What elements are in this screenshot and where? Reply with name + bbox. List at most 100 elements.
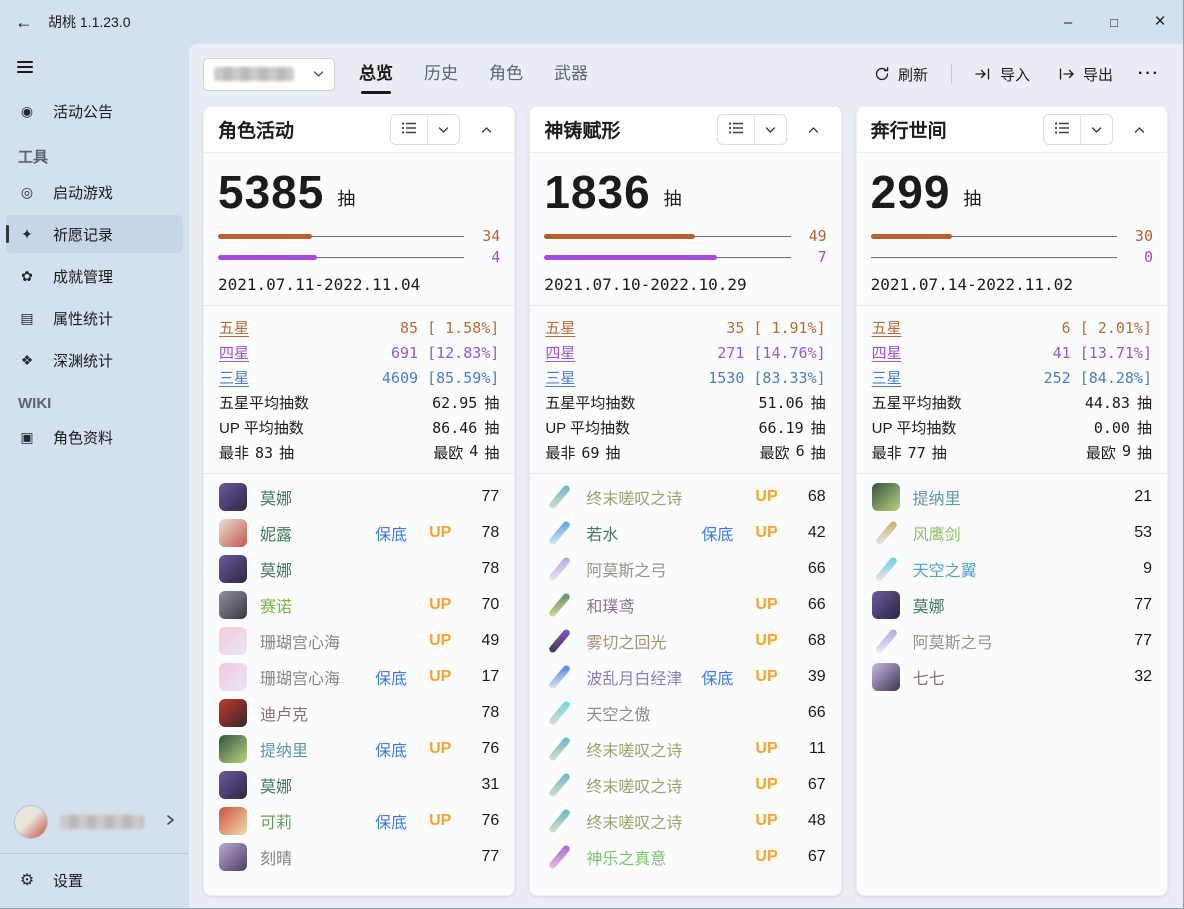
- back-button[interactable]: ←: [0, 4, 48, 40]
- three-star-link[interactable]: 三星: [219, 367, 249, 388]
- four-star-pity-value: 0: [1127, 248, 1153, 266]
- gacha-item-row[interactable]: 终末嗟叹之诗 UP 11: [545, 731, 825, 767]
- list-view-button[interactable]: [1044, 115, 1080, 144]
- gacha-item-row[interactable]: 风鹰剑 53: [872, 515, 1152, 551]
- gacha-item-row[interactable]: 终末嗟叹之诗 UP 67: [545, 767, 825, 803]
- sidebar-item-announcements[interactable]: ◉ 活动公告: [6, 92, 183, 130]
- gacha-item-row[interactable]: 珊瑚宫心海 UP 49: [219, 623, 499, 659]
- tab-history[interactable]: 历史: [422, 55, 460, 94]
- maximize-button[interactable]: □: [1091, 0, 1137, 44]
- sidebar-footer: ⚙ 设置: [0, 795, 189, 908]
- gacha-item-row[interactable]: 莫娜 78: [219, 551, 499, 587]
- three-star-link[interactable]: 三星: [872, 367, 902, 388]
- item-icon: [545, 843, 573, 871]
- sidebar-item-wish-records[interactable]: ✦ 祈愿记录: [6, 215, 183, 253]
- more-options-button[interactable]: ···: [1130, 58, 1168, 90]
- gacha-item-row[interactable]: 提纳里 保底 UP 76: [219, 731, 499, 767]
- four-star-link[interactable]: 四星: [545, 342, 575, 363]
- five-star-link[interactable]: 五星: [545, 317, 575, 338]
- item-name: 神乐之真意: [586, 845, 742, 869]
- gacha-item-row[interactable]: 提纳里 21: [872, 479, 1152, 515]
- view-mode-dropdown-button[interactable]: [427, 115, 459, 144]
- sidebar-item-attribute-stats[interactable]: ▤ 属性统计: [6, 299, 183, 337]
- gacha-item-row[interactable]: 若水 保底 UP 42: [545, 515, 825, 551]
- three-star-link[interactable]: 三星: [545, 367, 575, 388]
- sidebar-item-abyss-stats[interactable]: ❖ 深渊统计: [6, 341, 183, 379]
- import-button[interactable]: 导入: [964, 57, 1041, 92]
- five-star-link[interactable]: 五星: [872, 317, 902, 338]
- banner-card-character-event: 角色活动 5385 抽 34: [203, 106, 515, 896]
- gacha-item-row[interactable]: 和璞鸢 UP 66: [545, 587, 825, 623]
- close-button[interactable]: ×: [1137, 0, 1183, 44]
- tab-bar: 总览 历史 角色 武器: [357, 55, 590, 94]
- sidebar-item-label: 属性统计: [53, 308, 113, 329]
- card-header: 神铸赋形: [530, 107, 840, 153]
- gacha-item-row[interactable]: 雾切之回光 UP 68: [545, 623, 825, 659]
- sidebar-item-settings[interactable]: ⚙ 设置: [6, 856, 183, 904]
- list-view-button[interactable]: [391, 115, 427, 144]
- item-pull-count: 53: [1126, 524, 1152, 542]
- gacha-item-row[interactable]: 终末嗟叹之诗 UP 68: [545, 479, 825, 515]
- four-star-link[interactable]: 四星: [872, 342, 902, 363]
- collapse-card-button[interactable]: [1126, 116, 1153, 143]
- sidebar-item-character-wiki[interactable]: ▣ 角色资料: [6, 418, 183, 456]
- up-badge: UP: [755, 596, 777, 614]
- tab-weapons[interactable]: 武器: [552, 55, 590, 94]
- item-name: 波乱月白经津: [586, 665, 688, 689]
- sidebar-item-achievements[interactable]: ✿ 成就管理: [6, 257, 183, 295]
- refresh-button[interactable]: 刷新: [863, 57, 939, 92]
- item-icon: [545, 519, 573, 547]
- gacha-item-row[interactable]: 刻晴 77: [219, 839, 499, 875]
- gacha-item-row[interactable]: 七七 32: [872, 659, 1152, 695]
- gacha-item-row[interactable]: 天空之翼 9: [872, 551, 1152, 587]
- five-star-link[interactable]: 五星: [219, 317, 249, 338]
- uid-select[interactable]: [203, 58, 335, 91]
- sidebar-item-launch-game[interactable]: ◎ 启动游戏: [6, 173, 183, 211]
- gacha-item-row[interactable]: 可莉 保底 UP 76: [219, 803, 499, 839]
- window-controls: – □ ×: [1045, 0, 1183, 44]
- hamburger-menu-button[interactable]: [10, 50, 48, 84]
- gacha-item-row[interactable]: 阿莫斯之弓 66: [545, 551, 825, 587]
- item-name: 终末嗟叹之诗: [586, 485, 742, 509]
- up-badge: UP: [755, 776, 777, 794]
- gacha-item-row[interactable]: 珊瑚宫心海 保底 UP 17: [219, 659, 499, 695]
- gacha-item-row[interactable]: 莫娜 77: [219, 479, 499, 515]
- view-mode-dropdown-button[interactable]: [1080, 115, 1112, 144]
- extremes-row: 最非83抽 最欧4抽: [219, 440, 499, 465]
- gacha-item-row[interactable]: 妮露 保底 UP 78: [219, 515, 499, 551]
- item-pull-count: 76: [473, 812, 499, 830]
- item-icon: [219, 591, 247, 619]
- chevron-up-icon: [1134, 122, 1145, 137]
- gacha-item-row[interactable]: 莫娜 31: [219, 767, 499, 803]
- view-mode-dropdown-button[interactable]: [754, 115, 786, 144]
- export-button[interactable]: 导出: [1047, 57, 1124, 92]
- gacha-item-row[interactable]: 阿莫斯之弓 77: [872, 623, 1152, 659]
- four-star-link[interactable]: 四星: [219, 342, 249, 363]
- up-badge: UP: [429, 812, 451, 830]
- collapse-card-button[interactable]: [473, 116, 500, 143]
- account-row[interactable]: [0, 795, 189, 849]
- gacha-item-row[interactable]: 波乱月白经津 保底 UP 39: [545, 659, 825, 695]
- tab-characters[interactable]: 角色: [487, 55, 525, 94]
- list-view-button[interactable]: [718, 115, 754, 144]
- gacha-item-row[interactable]: 终末嗟叹之诗 UP 48: [545, 803, 825, 839]
- guarantee-badge: 保底: [701, 521, 733, 545]
- chevron-down-icon: [1091, 122, 1102, 137]
- item-icon: [219, 735, 247, 763]
- item-pull-count: 66: [800, 560, 826, 578]
- sparkle-icon: ✦: [18, 226, 36, 243]
- gacha-item-row[interactable]: 天空之傲 66: [545, 695, 825, 731]
- gacha-item-row[interactable]: 莫娜 77: [872, 587, 1152, 623]
- total-pulls-unit: 抽: [337, 185, 355, 215]
- divider: [0, 853, 189, 854]
- tab-overview[interactable]: 总览: [357, 55, 395, 94]
- collapse-card-button[interactable]: [800, 116, 827, 143]
- minimize-button[interactable]: –: [1045, 0, 1091, 44]
- item-name: 刻晴: [260, 845, 460, 869]
- item-pull-count: 70: [473, 596, 499, 614]
- gacha-item-row[interactable]: 神乐之真意 UP 67: [545, 839, 825, 875]
- gacha-item-row[interactable]: 赛诺 UP 70: [219, 587, 499, 623]
- gacha-item-row[interactable]: 迪卢克 78: [219, 695, 499, 731]
- card-title: 奔行世间: [871, 116, 947, 143]
- list-icon: [728, 121, 744, 138]
